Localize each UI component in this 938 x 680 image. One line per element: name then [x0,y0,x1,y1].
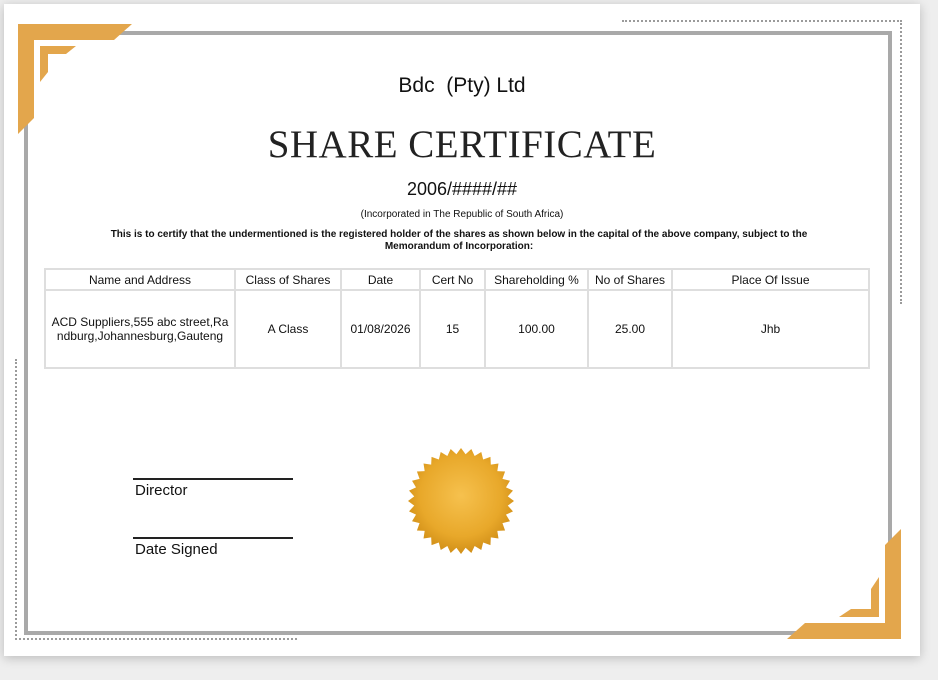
cell-date: 01/08/2026 [340,289,421,369]
cell-name-address: ACD Suppliers,555 abc street,Randburg,Jo… [44,289,236,369]
certificate-title: SHARE CERTIFICATE [267,123,657,166]
header-cert-no: Cert No [419,268,486,291]
header-shareholding: Shareholding % [484,268,589,291]
table-header-row: Name and Address Class of Shares Date Ce… [44,268,870,291]
certify-statement: This is to certify that the undermention… [110,229,808,252]
certificate-page: Bdc (Pty) Ltd SHARE CERTIFICATE 2006/###… [4,4,920,656]
director-signature-line [133,478,293,480]
header-class-of-shares: Class of Shares [234,268,342,291]
gold-seal-icon [408,448,514,554]
certificate-number: 2006/####/## [406,179,518,199]
cell-no-of-shares: 25.00 [587,289,673,369]
table-row: ACD Suppliers,555 abc street,Randburg,Jo… [44,289,870,369]
date-signed-label: Date Signed [135,541,218,558]
cell-class-of-shares: A Class [234,289,342,369]
cell-place-of-issue: Jhb [671,289,870,369]
director-label: Director [135,482,188,499]
gold-corner-ornament-bottom-right [787,529,901,639]
date-signature-line [133,537,293,539]
cell-shareholding: 100.00 [484,289,589,369]
header-place-of-issue: Place Of Issue [671,268,870,291]
cell-cert-no: 15 [419,289,486,369]
share-details-table: Name and Address Class of Shares Date Ce… [44,268,870,369]
header-name-address: Name and Address [44,268,236,291]
incorporation-note: (Incorporated in The Republic of South A… [360,209,564,220]
header-date: Date [340,268,421,291]
header-no-of-shares: No of Shares [587,268,673,291]
company-name: Bdc (Pty) Ltd [398,74,526,97]
